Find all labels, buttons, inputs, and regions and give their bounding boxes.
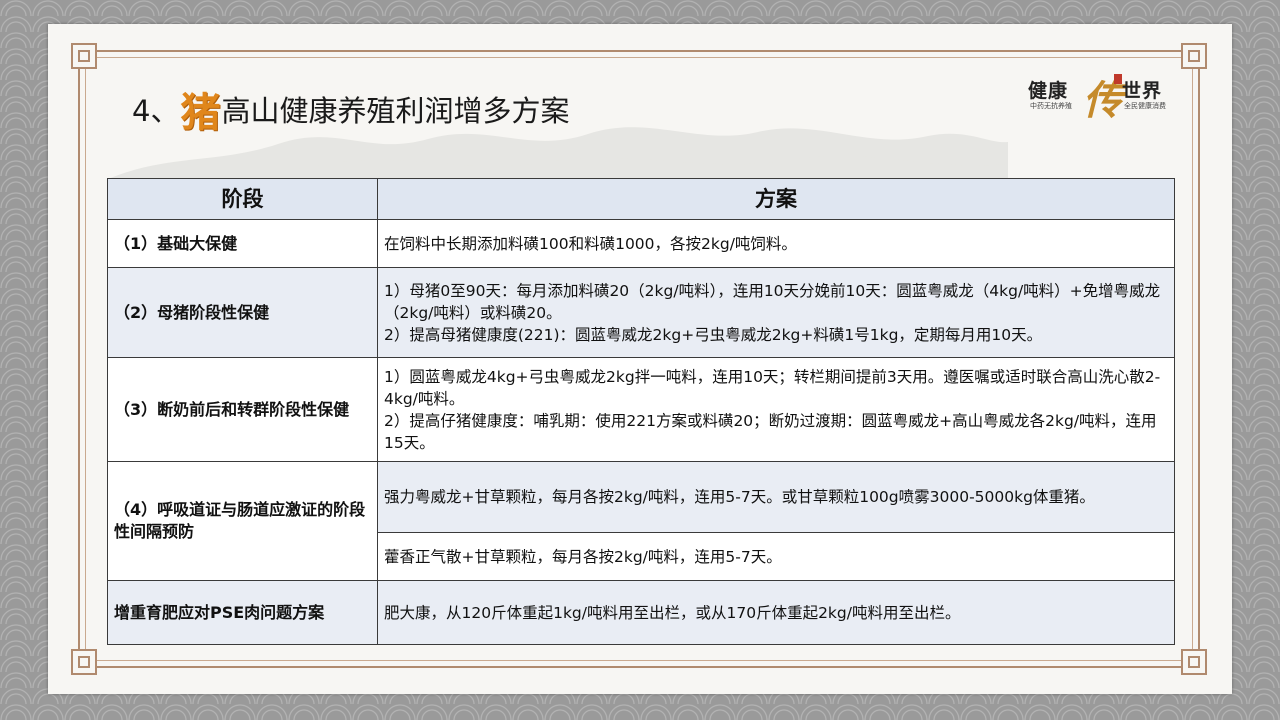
slide-title: 4、 猪 高山健康养殖利润增多方案 [132, 86, 570, 136]
header-stage: 阶段 [107, 178, 378, 220]
plan-cell: 1）母猪0至90天：每月添加料磺20（2kg/吨料），连用10天分娩前10天：圆… [377, 267, 1175, 358]
table-row: （3）断奶前后和转群阶段性保健 1）圆蓝粤威龙4kg+弓虫粤威龙2kg拌一吨料，… [107, 357, 1175, 462]
table-row: （4）呼吸道证与肠道应激证的阶段性间隔预防 强力粤威龙+甘草颗粒，每月各按2kg… [107, 461, 1175, 581]
plan-cell: 藿香正气散+甘草颗粒，每月各按2kg/吨料，连用5-7天。 [377, 532, 1175, 581]
logo-subtitle-right: 全民健康消费 [1124, 102, 1166, 110]
title-text: 高山健康养殖利润增多方案 [221, 94, 570, 128]
frame-corner-ornament [1181, 43, 1207, 69]
stage-cell: （2）母猪阶段性保健 [107, 267, 378, 358]
stage-cell: （3）断奶前后和转群阶段性保健 [107, 357, 378, 462]
plan-cell: 1）圆蓝粤威龙4kg+弓虫粤威龙2kg拌一吨料，连用10天；转栏期间提前3天用。… [377, 357, 1175, 462]
logo-seal-icon [1114, 74, 1122, 84]
logo-subtitle-left: 中药无抗养殖 [1030, 102, 1072, 110]
plan-cell: 肥大康，从120斤体重起1kg/吨料用至出栏，或从170斤体重起2kg/吨料用至… [377, 580, 1175, 645]
plan-cell: 在饲料中长期添加料磺100和料磺1000，各按2kg/吨饲料。 [377, 219, 1175, 268]
title-highlight-pig: 猪 [180, 90, 221, 136]
slide: 4、 猪 高山健康养殖利润增多方案 健康 传 世界 中药无抗养殖 全民健康消费 … [48, 24, 1232, 694]
stage-cell: （1）基础大保健 [107, 219, 378, 268]
table-row: （1）基础大保健 在饲料中长期添加料磺100和料磺1000，各按2kg/吨饲料。 [107, 219, 1175, 268]
plan-cell: 强力粤威龙+甘草颗粒，每月各按2kg/吨料，连用5-7天。或甘草颗粒100g喷雾… [377, 461, 1175, 533]
plan-table: 阶段 方案 （1）基础大保健 在饲料中长期添加料磺100和料磺1000，各按2k… [107, 178, 1175, 645]
table-header-row: 阶段 方案 [107, 178, 1175, 220]
frame-corner-ornament [1181, 649, 1207, 675]
stage-cell: 增重育肥应对PSE肉问题方案 [107, 580, 378, 645]
table-row: （2）母猪阶段性保健 1）母猪0至90天：每月添加料磺20（2kg/吨料），连用… [107, 267, 1175, 358]
header-plan: 方案 [377, 178, 1175, 220]
table-row: 增重育肥应对PSE肉问题方案 肥大康，从120斤体重起1kg/吨料用至出栏，或从… [107, 580, 1175, 645]
frame-corner-ornament [71, 43, 97, 69]
logo-text-right: 世界 [1122, 80, 1163, 102]
logo-text-left: 健康 [1028, 80, 1069, 102]
frame-corner-ornament [71, 649, 97, 675]
title-number: 4、 [132, 94, 180, 128]
brand-logo: 健康 传 世界 中药无抗养殖 全民健康消费 [1028, 74, 1176, 124]
stage-cell: （4）呼吸道证与肠道应激证的阶段性间隔预防 [107, 461, 378, 581]
